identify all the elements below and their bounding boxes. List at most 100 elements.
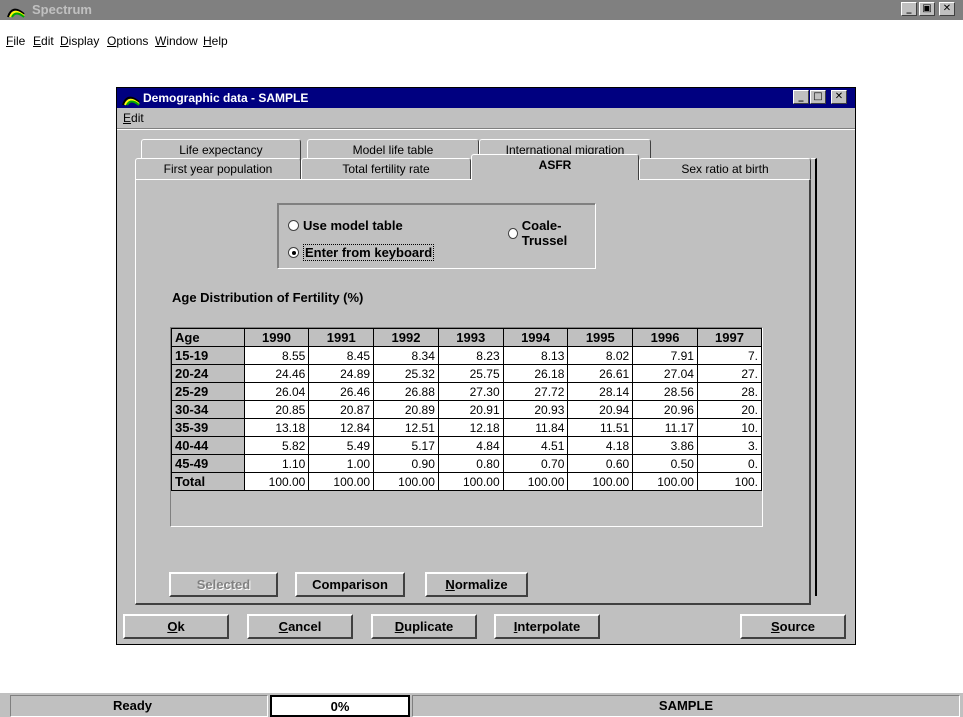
menu-window[interactable]: Window bbox=[155, 34, 198, 48]
grid-cell[interactable]: 5.17 bbox=[373, 436, 439, 455]
grid-cell[interactable]: 20.93 bbox=[502, 400, 569, 419]
menu-edit[interactable]: Edit bbox=[33, 34, 54, 48]
grid-cell[interactable]: 10. bbox=[696, 418, 762, 437]
grid-cell[interactable]: 100.00 bbox=[243, 472, 310, 491]
grid-cell[interactable]: 100.00 bbox=[567, 472, 634, 491]
grid-cell[interactable]: 3.86 bbox=[632, 436, 698, 455]
grid-cell[interactable]: 11.17 bbox=[632, 418, 698, 437]
row-header: 30-34 bbox=[171, 400, 245, 419]
table-row: 45-49 1.10 1.00 0.90 0.80 0.70 0.60 0.50 0. bbox=[171, 454, 762, 473]
grid-cell[interactable]: 20.91 bbox=[437, 400, 504, 419]
fertility-grid[interactable]: Age 1990 1991 1992 1993 1994 1995 1996 1997 15-1… bbox=[170, 327, 763, 527]
grid-cell[interactable]: 20.85 bbox=[243, 400, 310, 419]
menu-help[interactable]: Help bbox=[203, 34, 228, 48]
grid-cell[interactable]: 0. bbox=[696, 454, 762, 473]
dialog-maximize-button[interactable]: □ bbox=[810, 90, 826, 104]
selected-button[interactable]: Selected bbox=[169, 572, 278, 597]
grid-cell[interactable]: 26.61 bbox=[567, 364, 634, 383]
grid-cell[interactable]: 12.84 bbox=[308, 418, 375, 437]
grid-cell[interactable]: 20. bbox=[696, 400, 762, 419]
grid-cell[interactable]: 8.34 bbox=[373, 346, 439, 365]
grid-cell[interactable]: 100.00 bbox=[502, 472, 569, 491]
grid-cell[interactable]: 26.18 bbox=[502, 364, 569, 383]
grid-cell[interactable]: 7.91 bbox=[632, 346, 698, 365]
comparison-button[interactable]: Comparison bbox=[295, 572, 405, 597]
grid-cell[interactable]: 4.84 bbox=[437, 436, 504, 455]
tab-sex-ratio-at-birth[interactable]: Sex ratio at birth bbox=[639, 158, 811, 180]
app-minimize-button[interactable]: _ bbox=[901, 2, 917, 16]
grid-cell[interactable]: 5.49 bbox=[308, 436, 375, 455]
grid-cell[interactable]: 100.00 bbox=[308, 472, 375, 491]
grid-cell[interactable]: 20.94 bbox=[567, 400, 634, 419]
grid-cell[interactable]: 100.00 bbox=[437, 472, 504, 491]
table-row: 15-19 8.55 8.45 8.34 8.23 8.13 8.02 7.91 7. bbox=[171, 346, 762, 365]
grid-cell[interactable]: 24.89 bbox=[308, 364, 375, 383]
app-maximize-button[interactable]: ▣ bbox=[919, 2, 935, 16]
grid-cell[interactable]: 28.56 bbox=[632, 382, 698, 401]
grid-cell[interactable]: 100. bbox=[696, 472, 762, 491]
grid-cell[interactable]: 26.88 bbox=[373, 382, 439, 401]
tab-total-fertility-rate[interactable]: Total fertility rate bbox=[301, 158, 471, 180]
grid-cell[interactable]: 27.04 bbox=[632, 364, 698, 383]
row-header: 20-24 bbox=[171, 364, 245, 383]
normalize-button[interactable]: Normalize bbox=[425, 572, 528, 597]
menu-display[interactable]: Display bbox=[60, 34, 99, 48]
grid-cell[interactable]: 7. bbox=[696, 346, 762, 365]
grid-cell[interactable]: 8.02 bbox=[567, 346, 634, 365]
grid-cell[interactable]: 1.00 bbox=[308, 454, 375, 473]
grid-cell[interactable]: 12.18 bbox=[437, 418, 504, 437]
grid-cell[interactable]: 4.51 bbox=[502, 436, 569, 455]
grid-cell[interactable]: 0.60 bbox=[567, 454, 634, 473]
dialog-minimize-button[interactable]: _ bbox=[793, 90, 809, 104]
interpolate-button[interactable]: Interpolate bbox=[494, 614, 600, 639]
table-row: 40-44 5.82 5.49 5.17 4.84 4.51 4.18 3.86 3. bbox=[171, 436, 762, 455]
grid-cell[interactable]: 8.45 bbox=[308, 346, 375, 365]
grid-cell[interactable]: 25.75 bbox=[437, 364, 504, 383]
app-close-button[interactable]: ✕ bbox=[939, 2, 955, 16]
grid-cell[interactable]: 100.00 bbox=[373, 472, 439, 491]
grid-cell[interactable]: 27. bbox=[696, 364, 762, 383]
menu-options[interactable]: Options bbox=[107, 34, 148, 48]
tab-first-year-population[interactable]: First year population bbox=[135, 158, 301, 180]
grid-cell[interactable]: 3. bbox=[696, 436, 762, 455]
grid-cell[interactable]: 100.00 bbox=[632, 472, 698, 491]
grid-cell[interactable]: 1.10 bbox=[243, 454, 310, 473]
grid-cell[interactable]: 20.87 bbox=[308, 400, 375, 419]
grid-cell[interactable]: 0.50 bbox=[632, 454, 698, 473]
grid-cell[interactable]: 27.30 bbox=[437, 382, 504, 401]
dialog-close-button[interactable]: ✕ bbox=[831, 90, 847, 104]
grid-cell[interactable]: 26.04 bbox=[243, 382, 310, 401]
grid-cell[interactable]: 0.80 bbox=[437, 454, 504, 473]
grid-cell[interactable]: 0.70 bbox=[502, 454, 569, 473]
grid-cell[interactable]: 8.13 bbox=[502, 346, 569, 365]
dialog-menu-edit[interactable]: Edit bbox=[123, 111, 144, 125]
grid-cell[interactable]: 25.32 bbox=[373, 364, 439, 383]
grid-cell[interactable]: 26.46 bbox=[308, 382, 375, 401]
dialog-title-bar: Demographic data - SAMPLE _ □ ✕ bbox=[117, 88, 855, 108]
grid-cell[interactable]: 28. bbox=[696, 382, 762, 401]
grid-cell[interactable]: 27.72 bbox=[502, 382, 569, 401]
column-header-1997: 1997 bbox=[696, 328, 762, 347]
duplicate-button[interactable]: Duplicate bbox=[371, 614, 477, 639]
menu-file[interactable]: File bbox=[6, 34, 25, 48]
grid-cell[interactable]: 12.51 bbox=[373, 418, 439, 437]
tab-asfr[interactable]: ASFR bbox=[471, 154, 639, 180]
grid-cell[interactable]: 8.23 bbox=[437, 346, 504, 365]
grid-cell[interactable]: 20.89 bbox=[373, 400, 439, 419]
grid-cell[interactable]: 11.84 bbox=[502, 418, 569, 437]
radio-enter-from-keyboard[interactable]: Enter from keyboard bbox=[288, 244, 435, 261]
source-button[interactable]: Source bbox=[740, 614, 846, 639]
ok-button[interactable]: Ok bbox=[123, 614, 229, 639]
grid-cell[interactable]: 24.46 bbox=[243, 364, 310, 383]
grid-cell[interactable]: 28.14 bbox=[567, 382, 634, 401]
radio-use-model-table[interactable]: Use model table bbox=[288, 218, 403, 233]
cancel-button[interactable]: Cancel bbox=[247, 614, 353, 639]
grid-cell[interactable]: 4.18 bbox=[567, 436, 634, 455]
grid-cell[interactable]: 5.82 bbox=[243, 436, 310, 455]
grid-cell[interactable]: 0.90 bbox=[373, 454, 439, 473]
grid-cell[interactable]: 20.96 bbox=[632, 400, 698, 419]
grid-cell[interactable]: 11.51 bbox=[567, 418, 634, 437]
radio-coale-trussel[interactable]: Coale-Trussel bbox=[508, 218, 595, 248]
grid-cell[interactable]: 8.55 bbox=[243, 346, 310, 365]
grid-cell[interactable]: 13.18 bbox=[243, 418, 310, 437]
